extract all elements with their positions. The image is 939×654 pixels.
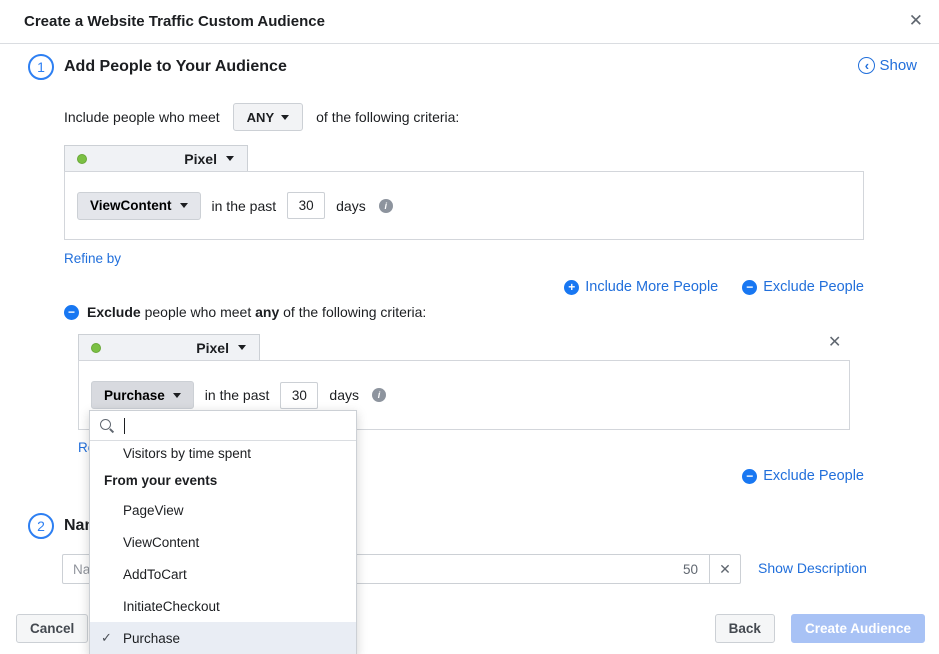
include-more-people-link[interactable]: + Include More People	[564, 279, 718, 295]
event-group-header: From your events	[90, 466, 356, 494]
exclude-criteria-line: − Exclude people who meet any of the fol…	[64, 304, 426, 320]
cancel-button[interactable]: Cancel	[16, 614, 88, 643]
remove-exclusion-icon[interactable]: ✕	[828, 332, 841, 352]
create-audience-modal: Create a Website Traffic Custom Audience…	[0, 0, 939, 654]
refine-by-link[interactable]: Refine by	[64, 251, 121, 266]
days-label: days	[329, 387, 359, 403]
days-input[interactable]	[280, 382, 318, 409]
search-icon	[100, 419, 114, 433]
caret-down-icon	[226, 156, 234, 161]
pixel-source-tab[interactable]: Pixel	[64, 145, 248, 171]
show-link[interactable]: ‹ Show	[858, 57, 917, 74]
show-link-label: Show	[879, 57, 917, 74]
caret-down-icon	[173, 393, 181, 398]
exclude-pixel-source-tab[interactable]: Pixel	[78, 334, 260, 360]
create-audience-button[interactable]: Create Audience	[791, 614, 925, 643]
exclude-any-label: any	[255, 304, 279, 320]
back-button[interactable]: Back	[715, 614, 775, 643]
show-description-link[interactable]: Show Description	[758, 560, 867, 576]
exclude-people-link[interactable]: − Exclude People	[742, 468, 864, 484]
include-criteria-box: ViewContent in the past days i	[64, 171, 864, 240]
caret-down-icon	[238, 345, 246, 350]
exclude-suffix-label: of the following criteria:	[283, 304, 426, 320]
minus-circle-icon: −	[64, 305, 79, 320]
text-cursor	[124, 418, 125, 434]
info-icon[interactable]: i	[379, 199, 393, 213]
char-counter: 50	[683, 562, 709, 577]
event-option[interactable]: ViewContent	[90, 526, 356, 558]
in-the-past-label: in the past	[212, 198, 277, 214]
info-icon[interactable]: i	[372, 388, 386, 402]
include-prefix-label: Include people who meet	[64, 109, 220, 125]
step-1-indicator: 1	[28, 54, 54, 80]
caret-down-icon	[180, 203, 188, 208]
footer-actions: Back Create Audience	[715, 614, 925, 643]
close-icon[interactable]: ✕	[909, 11, 923, 31]
pixel-source-label: Pixel	[196, 340, 229, 356]
event-option[interactable]: Visitors by time spent	[90, 441, 356, 466]
event-option[interactable]: InitiateCheckout	[90, 590, 356, 622]
event-option[interactable]: AddToCart	[90, 558, 356, 590]
pixel-status-dot-icon	[77, 154, 87, 164]
modal-title: Create a Website Traffic Custom Audience	[24, 0, 325, 44]
exclude-bold-label: Exclude	[87, 304, 141, 320]
audience-actions-row: + Include More People − Exclude People	[0, 279, 864, 295]
step-2-indicator: 2	[28, 513, 54, 539]
exclude-mid-label: people who meet	[145, 304, 252, 320]
plus-circle-icon: +	[564, 280, 579, 295]
clear-name-icon[interactable]: ✕	[710, 555, 740, 583]
event-dropdown-menu: Visitors by time spent From your events …	[89, 410, 357, 654]
pixel-source-label: Pixel	[184, 151, 217, 167]
exclude-event-select[interactable]: Purchase	[91, 381, 194, 409]
step-1-title: Add People to Your Audience	[64, 58, 287, 76]
days-input[interactable]	[287, 192, 325, 219]
pixel-status-dot-icon	[91, 343, 101, 353]
event-search-row[interactable]	[90, 411, 356, 441]
chevron-left-icon: ‹	[858, 57, 875, 74]
include-criteria-line: Include people who meet ANY of the follo…	[64, 103, 459, 131]
event-select[interactable]: ViewContent	[77, 192, 201, 220]
exclude-people-link[interactable]: − Exclude People	[742, 279, 864, 295]
event-option-selected[interactable]: ✓ Purchase	[90, 622, 356, 654]
in-the-past-label: in the past	[205, 387, 270, 403]
event-option[interactable]: PageView	[90, 494, 356, 526]
match-type-select[interactable]: ANY	[233, 103, 303, 131]
modal-header: Create a Website Traffic Custom Audience…	[0, 0, 939, 44]
caret-down-icon	[281, 115, 289, 120]
include-suffix-label: of the following criteria:	[316, 109, 459, 125]
minus-circle-icon: −	[742, 469, 757, 484]
days-label: days	[336, 198, 366, 214]
minus-circle-icon: −	[742, 280, 757, 295]
check-icon: ✓	[101, 630, 112, 646]
